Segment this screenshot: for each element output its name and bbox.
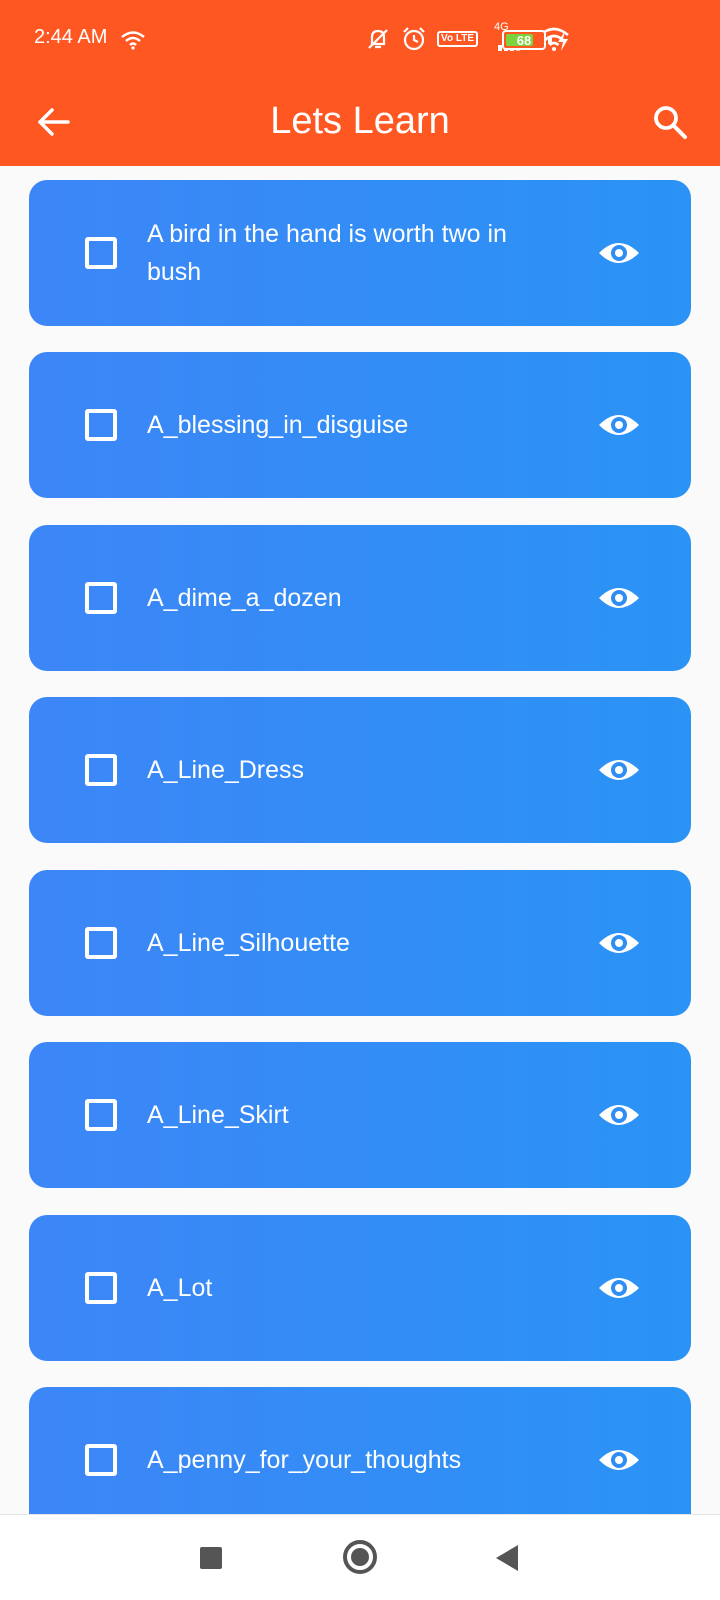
status-time: 2:44 AM [34, 26, 108, 48]
item-label: A_Lot [147, 1274, 213, 1302]
page-title: Lets Learn [270, 100, 450, 142]
system-nav-bar [0, 1514, 720, 1600]
item-checkbox[interactable] [85, 237, 117, 269]
item-checkbox[interactable] [85, 582, 117, 614]
eye-icon[interactable] [597, 410, 641, 440]
item-label: A bird in the hand is worth two in bush [147, 220, 507, 286]
charging-icon [558, 31, 568, 51]
list-item[interactable]: A_Line_Skirt [29, 1042, 691, 1188]
recents-square-icon[interactable] [200, 1547, 222, 1569]
back-triangle-icon[interactable] [496, 1545, 518, 1571]
volte-icon: Vo LTE [437, 31, 478, 47]
alarm-icon [403, 27, 425, 51]
item-checkbox[interactable] [85, 1272, 117, 1304]
item-label: A_penny_for_your_thoughts [147, 1446, 462, 1474]
status-bar: 2:44 AM Vo LTE 4G 68 [0, 0, 720, 80]
eye-icon[interactable] [597, 1100, 641, 1130]
item-checkbox[interactable] [85, 754, 117, 786]
list-item[interactable]: A_Line_Silhouette [29, 870, 691, 1016]
item-checkbox[interactable] [85, 1099, 117, 1131]
item-checkbox[interactable] [85, 1444, 117, 1476]
eye-icon[interactable] [597, 755, 641, 785]
search-icon[interactable] [650, 102, 690, 142]
battery-icon: 68 [502, 30, 546, 50]
item-label: A_Line_Skirt [147, 1101, 289, 1129]
eye-icon[interactable] [597, 1273, 641, 1303]
list-item[interactable]: A_blessing_in_disguise [29, 352, 691, 498]
item-label: A_blessing_in_disguise [147, 411, 409, 439]
mute-icon [368, 29, 388, 49]
eye-icon[interactable] [597, 238, 641, 268]
list-item[interactable]: A_penny_for_your_thoughts [29, 1387, 691, 1514]
list-item[interactable]: A_Lot [29, 1215, 691, 1361]
list-item[interactable]: A bird in the hand is worth two in bush [29, 180, 691, 326]
list-item[interactable]: A_dime_a_dozen [29, 525, 691, 671]
list-item[interactable]: A_Line_Dress [29, 697, 691, 843]
app-bar: Lets Learn [0, 80, 720, 166]
item-label: A_Line_Silhouette [147, 929, 350, 957]
eye-icon[interactable] [597, 928, 641, 958]
item-checkbox[interactable] [85, 927, 117, 959]
battery-level: 68 [516, 32, 532, 48]
item-checkbox[interactable] [85, 409, 117, 441]
eye-icon[interactable] [597, 1445, 641, 1475]
home-circle-icon[interactable] [343, 1540, 377, 1574]
eye-icon[interactable] [597, 583, 641, 613]
proverb-list[interactable]: A bird in the hand is worth two in bush … [0, 166, 720, 1514]
item-label: A_dime_a_dozen [147, 584, 342, 612]
item-label: A_Line_Dress [147, 756, 305, 784]
wifi-small-icon [121, 31, 145, 50]
battery-nub [548, 36, 552, 44]
